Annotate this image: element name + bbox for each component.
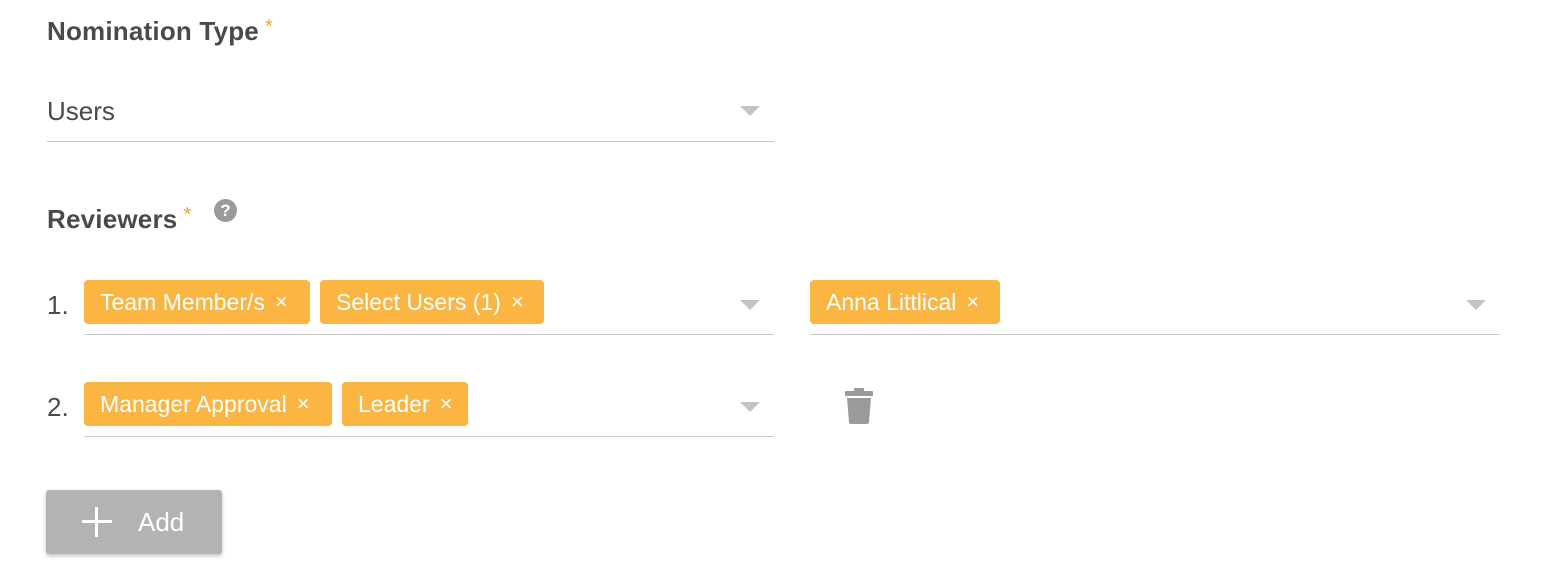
chevron-down-icon[interactable] — [740, 402, 760, 412]
nomination-type-heading: Nomination Type * — [47, 16, 273, 47]
add-button[interactable]: Add — [46, 490, 222, 554]
close-icon[interactable]: × — [966, 291, 979, 313]
reviewer-type-select[interactable]: Manager Approval × Leader × — [84, 382, 774, 437]
plus-icon — [82, 507, 112, 537]
nomination-type-label: Nomination Type — [47, 16, 259, 46]
required-star: * — [264, 16, 273, 38]
chip-label: Anna Littlical — [826, 288, 957, 315]
question-icon[interactable]: ? — [214, 199, 237, 222]
reviewer-row-number: 1. — [47, 290, 69, 320]
reviewer-type-select[interactable]: Team Member/s × Select Users (1) × — [84, 280, 774, 335]
trash-icon[interactable] — [845, 388, 873, 424]
chevron-down-icon[interactable] — [1466, 300, 1486, 310]
close-icon[interactable]: × — [275, 291, 288, 313]
chip-user: Anna Littlical × — [810, 280, 1000, 324]
reviewers-heading: Reviewers * — [47, 204, 191, 235]
chip-select-users: Select Users (1) × — [320, 280, 544, 324]
chevron-down-icon[interactable] — [740, 106, 760, 116]
chip-label: Manager Approval — [100, 390, 287, 417]
close-icon[interactable]: × — [440, 393, 453, 415]
nomination-type-value: Users — [47, 96, 115, 126]
chevron-down-icon[interactable] — [740, 300, 760, 310]
add-button-label: Add — [138, 506, 185, 537]
close-icon[interactable]: × — [297, 393, 310, 415]
chip-label: Select Users (1) — [336, 288, 501, 315]
chip-label: Leader — [358, 390, 430, 417]
reviewer-row-number: 2. — [47, 392, 69, 422]
close-icon[interactable]: × — [511, 291, 524, 313]
chip-team-members: Team Member/s × — [84, 280, 310, 324]
reviewers-label: Reviewers — [47, 204, 178, 234]
chip-leader: Leader × — [342, 382, 468, 426]
chip-label: Team Member/s — [100, 288, 265, 315]
required-star: * — [183, 204, 192, 226]
chip-manager-approval: Manager Approval × — [84, 382, 332, 426]
nomination-type-select[interactable]: Users — [47, 82, 774, 142]
reviewer-users-select[interactable]: Anna Littlical × — [810, 280, 1500, 335]
